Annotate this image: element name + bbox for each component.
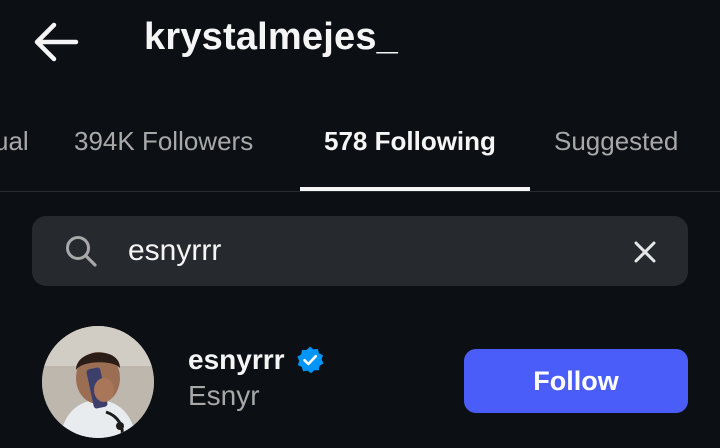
search-input[interactable] xyxy=(128,228,608,274)
header: krystalmejes_ xyxy=(0,0,720,84)
close-icon[interactable] xyxy=(628,235,662,269)
tab-suggested[interactable]: Suggested xyxy=(554,126,678,157)
verified-badge-icon xyxy=(297,346,324,374)
divider xyxy=(0,191,720,192)
tab-following[interactable]: 578 Following xyxy=(324,126,496,157)
arrow-left-icon xyxy=(34,22,79,62)
following-screen: krystalmejes_ ual 394K Followers 578 Fol… xyxy=(0,0,720,448)
username[interactable]: esnyrrr xyxy=(188,344,285,375)
username-line: esnyrrr xyxy=(188,344,325,380)
tab-bar: ual 394K Followers 578 Following Suggest… xyxy=(0,112,720,192)
follow-button[interactable]: Follow xyxy=(464,349,688,413)
profile-photo xyxy=(42,326,154,438)
search-bar xyxy=(32,216,688,286)
tab-followers[interactable]: 394K Followers xyxy=(74,126,253,157)
back-button[interactable] xyxy=(30,20,82,64)
list-item[interactable]: esnyrrr Esnyr Follow xyxy=(0,318,720,448)
search-icon xyxy=(66,236,97,267)
page-title: krystalmejes_ xyxy=(144,16,399,58)
tab-mutual[interactable]: ual xyxy=(0,126,29,157)
full-name: Esnyr xyxy=(188,380,260,411)
avatar[interactable] xyxy=(42,326,154,438)
